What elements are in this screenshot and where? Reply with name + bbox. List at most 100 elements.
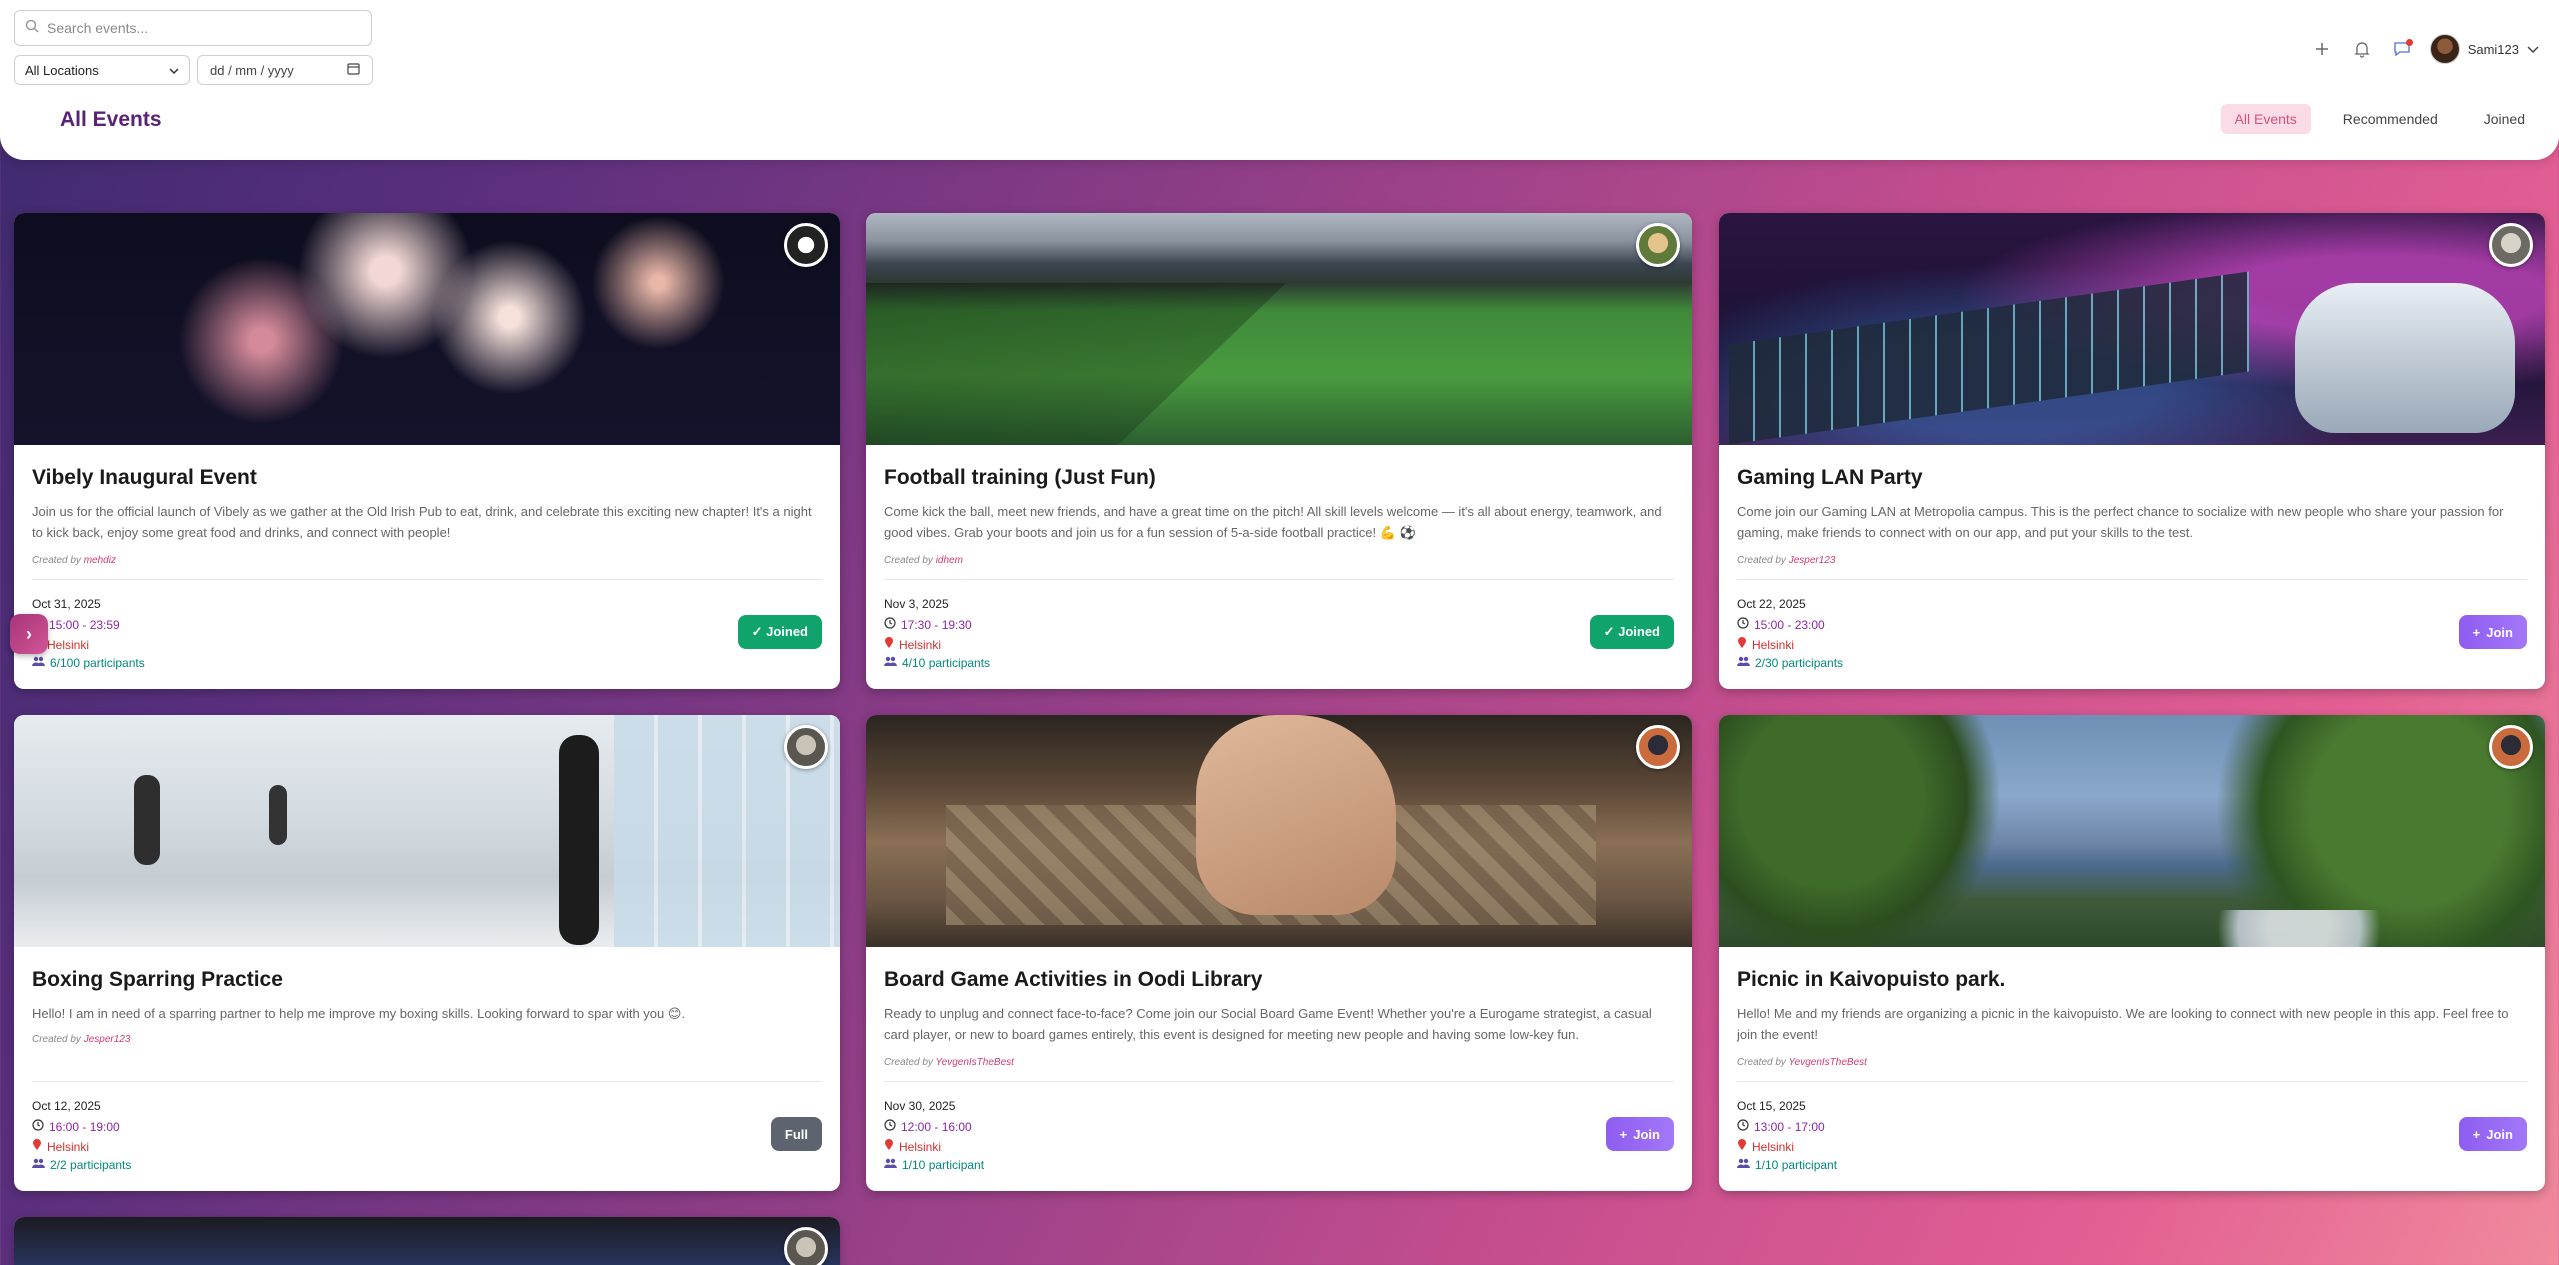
join-button-label: Join: [2486, 624, 2513, 640]
tab-all-events[interactable]: All Events: [2220, 104, 2311, 134]
top-header: All Locations dd / mm / yyyy All Events …: [0, 0, 2559, 160]
event-participants-text: 2/30 participants: [1755, 656, 1844, 670]
location-select[interactable]: All Locations: [14, 55, 190, 85]
creator-name[interactable]: YevgenIsTheBest: [1789, 1057, 1867, 1068]
creator-avatar[interactable]: [2489, 223, 2533, 267]
full-button[interactable]: Full: [770, 1117, 822, 1151]
event-title[interactable]: Gaming LAN Party: [1737, 466, 1923, 490]
chevron-down-icon: [2527, 42, 2539, 57]
add-event-icon[interactable]: [2310, 37, 2334, 61]
event-image-board-game: [866, 715, 1692, 947]
event-title[interactable]: Vibely Inaugural Event: [32, 466, 257, 490]
event-participants: 1/10 participant: [884, 1158, 984, 1172]
join-button[interactable]: + Join: [2458, 615, 2527, 649]
field-shadow: [866, 283, 1286, 445]
event-image-fireworks: [14, 213, 840, 445]
event-title[interactable]: Board Game Activities in Oodi Library: [884, 968, 1262, 992]
event-card[interactable]: Board Game Activities in Oodi Library Re…: [866, 715, 1692, 1191]
creator-avatar[interactable]: [784, 223, 828, 267]
event-date: Oct 31, 2025: [32, 597, 101, 611]
event-creator: Created by idhem: [884, 555, 963, 566]
search-box[interactable]: [14, 10, 372, 46]
divider: [1737, 579, 2527, 580]
date-filter-input[interactable]: dd / mm / yyyy: [197, 55, 373, 85]
trees-left: [1719, 715, 1999, 947]
divider: [1737, 1081, 2527, 1082]
pin-icon: [884, 637, 894, 652]
event-location-text: Helsinki: [1752, 637, 1795, 652]
chat-icon[interactable]: [2390, 37, 2414, 61]
event-creator: Created by mehdiz: [32, 555, 116, 566]
join-button[interactable]: + Join: [2458, 1117, 2527, 1151]
bell-icon[interactable]: [2350, 37, 2374, 61]
people-icon: [1737, 1158, 1750, 1172]
creator-avatar[interactable]: [784, 725, 828, 769]
creator-name[interactable]: Jesper123: [1789, 555, 1836, 566]
search-icon: [25, 19, 39, 38]
plus-icon: +: [2472, 624, 2481, 640]
event-time: 16:00 - 19:00: [32, 1119, 120, 1134]
created-by-label: Created by: [32, 555, 81, 566]
event-description: Hello! I am in need of a sparring partne…: [32, 1006, 686, 1021]
event-title[interactable]: Boxing Sparring Practice: [32, 968, 283, 992]
created-by-label: Created by: [884, 1057, 933, 1068]
event-card[interactable]: Football training (Just Fun) Come kick t…: [866, 213, 1692, 689]
calendar-icon[interactable]: [347, 62, 360, 78]
creator-name[interactable]: Jesper123: [84, 1034, 131, 1045]
clock-icon: [1737, 617, 1749, 632]
tab-joined[interactable]: Joined: [2470, 104, 2539, 134]
event-description: Hello! Me and my friends are organizing …: [1737, 1006, 2509, 1042]
event-location: Helsinki: [1737, 1139, 1794, 1154]
clock-icon: [884, 1119, 896, 1134]
event-creator: Created by YevgenIsTheBest: [1737, 1057, 1867, 1068]
divider: [884, 579, 1674, 580]
header-actions: Sami123: [2310, 34, 2539, 64]
user-menu[interactable]: Sami123: [2429, 34, 2539, 64]
created-by-label: Created by: [884, 555, 933, 566]
search-input[interactable]: [47, 20, 347, 36]
event-creator: Created by Jesper123: [32, 1034, 130, 1045]
event-location-text: Helsinki: [899, 1139, 942, 1154]
event-time: 17:30 - 19:30: [884, 617, 972, 632]
event-participants-text: 1/10 participant: [1755, 1158, 1838, 1172]
creator-avatar[interactable]: [1636, 725, 1680, 769]
punching-bag: [134, 775, 160, 865]
join-button-label: Join: [1633, 1126, 1660, 1142]
event-image-park-sea: [1719, 715, 2545, 947]
sidebar-toggle-button[interactable]: ›: [10, 614, 48, 654]
event-participants: 6/100 participants: [32, 656, 145, 670]
event-card[interactable]: Vibely Inaugural Event Join us for the o…: [14, 213, 840, 689]
event-date: Nov 3, 2025: [884, 597, 949, 611]
event-time-text: 15:00 - 23:59: [49, 617, 120, 632]
chevron-down-icon: [169, 63, 179, 78]
created-by-label: Created by: [1737, 555, 1786, 566]
joined-button[interactable]: ✓ Joined: [737, 615, 822, 649]
joined-button[interactable]: ✓ Joined: [1589, 615, 1674, 649]
event-card[interactable]: Picnic in Kaivopuisto park. Hello! Me an…: [1719, 715, 2545, 1191]
divider: [32, 1081, 822, 1082]
clock-icon: [884, 617, 896, 632]
clock-icon: [1737, 1119, 1749, 1134]
event-card[interactable]: Gaming LAN Party Come join our Gaming LA…: [1719, 213, 2545, 689]
event-participants-text: 6/100 participants: [50, 656, 145, 670]
creator-avatar[interactable]: [1636, 223, 1680, 267]
creator-avatar[interactable]: [2489, 725, 2533, 769]
event-time-text: 13:00 - 17:00: [1754, 1119, 1825, 1134]
creator-avatar[interactable]: [784, 1227, 828, 1265]
event-participants-text: 1/10 participant: [902, 1158, 985, 1172]
event-title[interactable]: Picnic in Kaivopuisto park.: [1737, 968, 2005, 992]
tab-recommended[interactable]: Recommended: [2329, 104, 2452, 134]
creator-name[interactable]: mehdiz: [84, 555, 116, 566]
divider: [884, 1081, 1674, 1082]
event-image-boxing-gym: [14, 715, 840, 947]
divider: [32, 579, 822, 580]
event-card-partial[interactable]: [14, 1217, 840, 1265]
event-title[interactable]: Football training (Just Fun): [884, 466, 1156, 490]
join-button[interactable]: + Join: [1605, 1117, 1674, 1151]
people-icon: [1737, 656, 1750, 670]
created-by-label: Created by: [1737, 1057, 1786, 1068]
creator-name[interactable]: idhem: [936, 555, 963, 566]
event-participants: 4/10 participants: [884, 656, 990, 670]
event-card[interactable]: Boxing Sparring Practice Hello! I am in …: [14, 715, 840, 1191]
creator-name[interactable]: YevgenIsTheBest: [936, 1057, 1014, 1068]
